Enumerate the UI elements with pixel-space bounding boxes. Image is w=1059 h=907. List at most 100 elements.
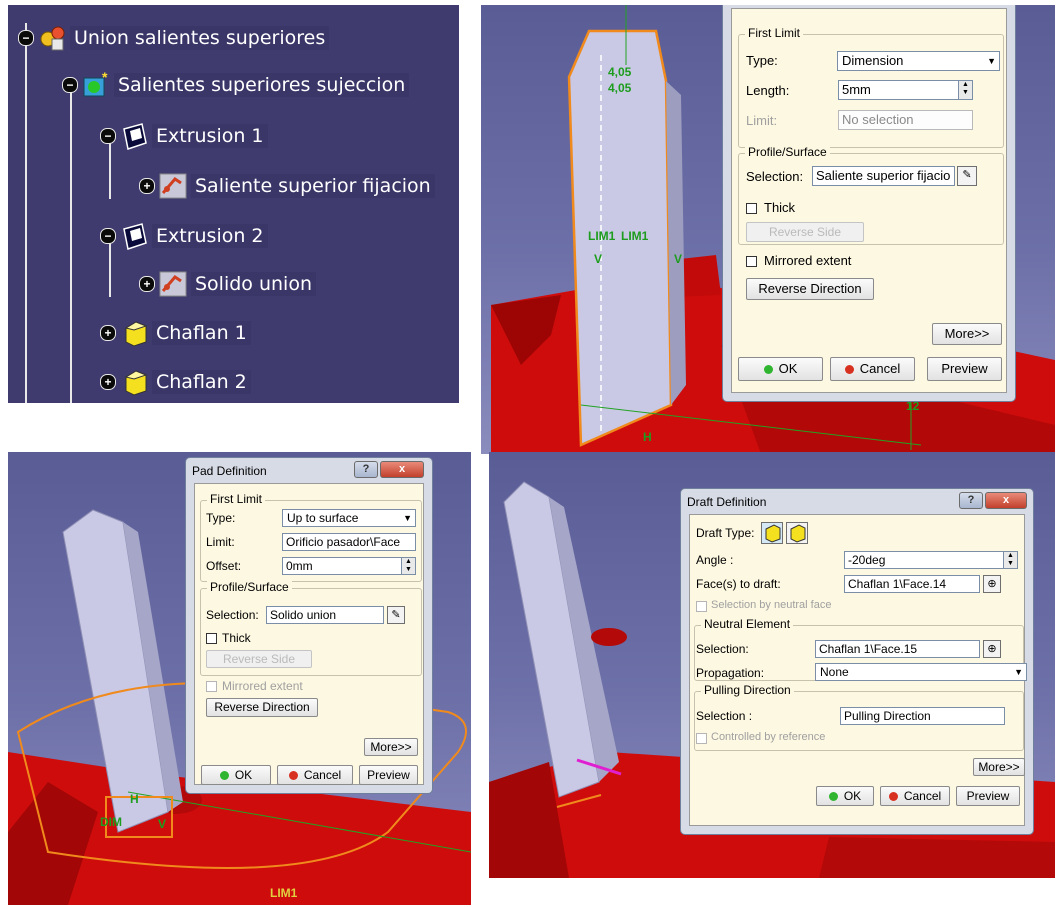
selection-list-icon[interactable]: ⊕ [983, 575, 1001, 593]
angle-field[interactable]: -20deg ▲ ▼ [844, 551, 1018, 569]
tree-node-chaflan-2[interactable]: + Chaflan 2 [100, 367, 251, 397]
offset-label: Offset: [206, 559, 242, 573]
tree-node-extrusion-1[interactable]: − Extrusion 1 [100, 121, 268, 151]
mirrored-extent-checkbox[interactable] [206, 681, 217, 692]
selection-by-neutral-checkbox[interactable] [696, 601, 707, 612]
length-field[interactable]: 5mm ▲ ▼ [838, 80, 973, 100]
reverse-side-button[interactable]: Reverse Side [746, 222, 864, 242]
faces-value: Chaflan 1\Face.14 [848, 577, 947, 591]
expand-icon[interactable]: + [100, 325, 116, 341]
help-button[interactable]: ? [959, 492, 983, 509]
cancel-button[interactable]: Cancel [880, 786, 950, 806]
reverse-direction-button[interactable]: Reverse Direction [206, 698, 318, 717]
type-select[interactable]: Up to surface ▼ [282, 509, 416, 527]
preview-button[interactable]: Preview [956, 786, 1020, 806]
selection-label: Selection: [746, 169, 804, 184]
preview-button[interactable]: Preview [927, 357, 1002, 381]
dropdown-arrow-icon: ▼ [403, 513, 412, 523]
preview-button[interactable]: Preview [359, 765, 418, 785]
propagation-select[interactable]: None ▼ [815, 663, 1027, 681]
specification-tree: − Union salientes superiores − * Salient… [8, 5, 459, 403]
cancel-label: Cancel [903, 789, 942, 803]
tree-node-saliente-superior-fijacion[interactable]: + Saliente superior fijacion [139, 171, 435, 201]
controlled-by-reference-checkbox[interactable] [696, 733, 707, 744]
tree-node-solido-union[interactable]: + Solido union [139, 269, 316, 299]
tree-node-extrusion-2[interactable]: − Extrusion 2 [100, 221, 268, 251]
selection-list-icon[interactable]: ⊕ [983, 640, 1001, 658]
mirrored-extent-label: Mirrored extent [222, 679, 303, 693]
cad-viewport-draft[interactable]: Draft Definition ? x Draft Type: Angle :… [489, 452, 1055, 878]
more-button[interactable]: More>> [364, 738, 418, 756]
selection-label: Selection: [206, 608, 259, 622]
pad-definition-dialog: Pad Definition ? x First Limit Type: Up … [185, 457, 433, 794]
pulling-selection-value: Pulling Direction [844, 709, 931, 723]
more-button[interactable]: More>> [932, 323, 1002, 345]
selection-field[interactable]: Saliente superior fijacio [812, 166, 955, 186]
cancel-button[interactable]: Cancel [277, 765, 353, 785]
ok-icon [763, 365, 773, 374]
constraint-label: V [674, 252, 683, 266]
limit-label: LIM1 [270, 886, 298, 900]
group-title: First Limit [207, 492, 265, 506]
expand-icon[interactable]: + [139, 178, 155, 194]
collapse-icon[interactable]: − [18, 30, 34, 46]
thick-checkbox[interactable] [206, 633, 217, 644]
draft-type-basic-icon[interactable] [761, 522, 783, 544]
close-button[interactable]: x [985, 492, 1027, 509]
expand-icon[interactable]: + [100, 374, 116, 390]
limit-field[interactable]: Orificio pasador\Face [282, 533, 416, 551]
draft-type-variable-icon[interactable] [786, 522, 808, 544]
more-button[interactable]: More>> [973, 758, 1025, 776]
reverse-side-button[interactable]: Reverse Side [206, 650, 312, 668]
limit-label: LIM1 [621, 229, 649, 243]
collapse-icon[interactable]: − [100, 228, 116, 244]
faces-label: Face(s) to draft: [696, 577, 781, 591]
limit-label: Limit: [746, 113, 778, 128]
cad-viewport-pad[interactable]: 4,05 4,05 LIM1 LIM1 V V H 12 First Limit… [481, 5, 1055, 454]
neutral-selection-field[interactable]: Chaflan 1\Face.15 [815, 640, 980, 658]
sketch-icon [159, 173, 187, 199]
ok-icon [219, 771, 229, 780]
selection-value: Solido union [270, 608, 337, 622]
sketcher-icon[interactable]: ✎ [387, 606, 405, 624]
angle-value: -20deg [848, 553, 886, 567]
spinner-icon[interactable]: ▲ ▼ [958, 81, 972, 99]
length-value: 5mm [842, 82, 871, 97]
type-label: Type: [746, 53, 778, 68]
ok-label: OK [843, 789, 862, 803]
constraint-label: V [594, 252, 603, 266]
mirrored-extent-checkbox[interactable] [746, 256, 757, 267]
pulling-selection-label: Selection : [696, 709, 753, 723]
tree-node-salientes-sujeccion[interactable]: − * Salientes superiores sujeccion [62, 70, 410, 100]
pulling-selection-field[interactable]: Pulling Direction [840, 707, 1005, 725]
faces-field[interactable]: Chaflan 1\Face.14 [844, 575, 980, 593]
group-title: Profile/Surface [207, 580, 292, 594]
help-button[interactable]: ? [354, 461, 378, 478]
cancel-button[interactable]: Cancel [830, 357, 915, 381]
reverse-direction-button[interactable]: Reverse Direction [746, 278, 874, 300]
thick-checkbox[interactable] [746, 203, 757, 214]
spinner-icon[interactable]: ▲ ▼ [401, 558, 415, 574]
tree-branch-line [70, 87, 72, 403]
ok-button[interactable]: OK [201, 765, 271, 785]
dialog-body: First Limit Type: Up to surface ▼ Limit: … [194, 483, 424, 785]
spinner-icon[interactable]: ▲ ▼ [1003, 552, 1017, 568]
close-button[interactable]: x [380, 461, 424, 478]
cancel-icon [844, 365, 854, 374]
collapse-icon[interactable]: − [100, 128, 116, 144]
cad-viewport-pad-2[interactable]: H V DIM LIM1 Pad Definition ? x First Li… [8, 452, 471, 905]
sketcher-icon[interactable]: ✎ [957, 166, 977, 186]
type-value: Up to surface [287, 511, 359, 525]
offset-field[interactable]: 0mm ▲ ▼ [282, 557, 416, 575]
cancel-label: Cancel [859, 361, 901, 376]
tree-node-union-salientes[interactable]: − Union salientes superiores [18, 23, 330, 53]
expand-icon[interactable]: + [139, 276, 155, 292]
ok-button[interactable]: OK [738, 357, 823, 381]
collapse-icon[interactable]: − [62, 77, 78, 93]
type-select[interactable]: Dimension ▼ [837, 51, 1000, 71]
limit-field[interactable]: No selection [838, 110, 973, 130]
ok-button[interactable]: OK [816, 786, 874, 806]
selection-field[interactable]: Solido union [266, 606, 384, 624]
ok-icon [828, 792, 838, 801]
tree-node-chaflan-1[interactable]: + Chaflan 1 [100, 318, 251, 348]
